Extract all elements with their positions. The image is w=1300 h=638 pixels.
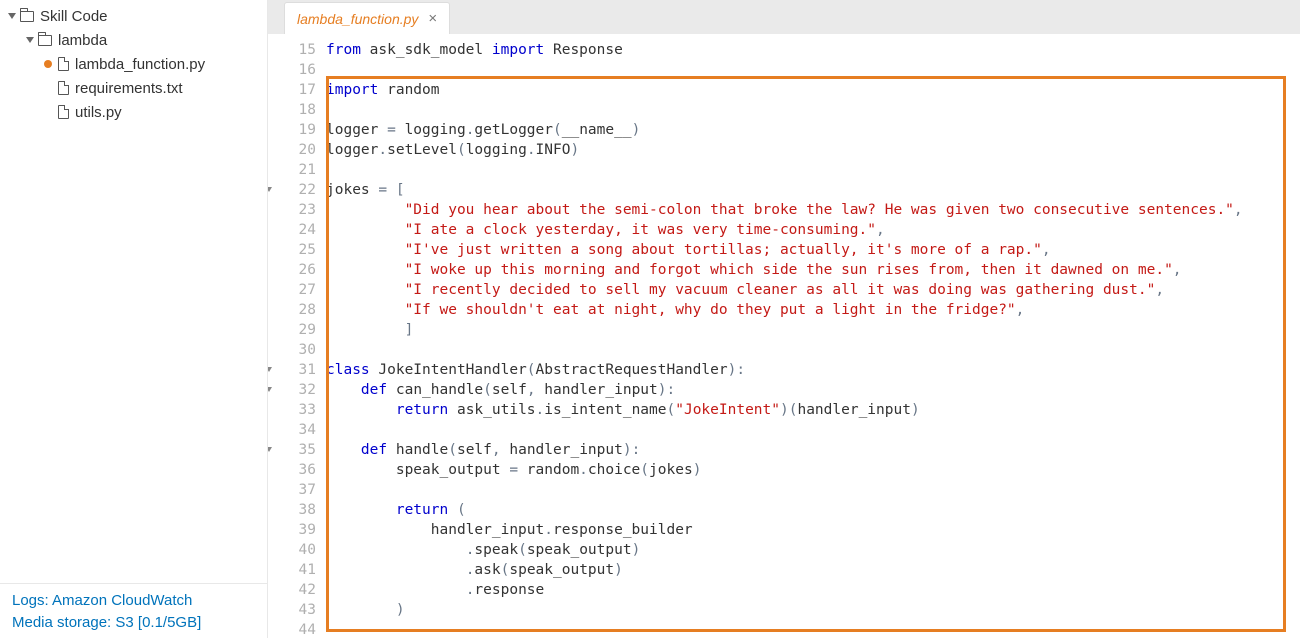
storage-link[interactable]: Media storage: S3 [0.1/5GB]: [12, 612, 255, 634]
code-line: return ask_utils.is_intent_name("JokeInt…: [326, 400, 1300, 420]
code-line: import random: [326, 80, 1300, 100]
line-number: 35: [268, 440, 316, 460]
code-line: [326, 620, 1300, 638]
folder-icon: [20, 11, 34, 22]
line-number: 32: [268, 380, 316, 400]
code-line: "I ate a clock yesterday, it was very ti…: [326, 220, 1300, 240]
fold-caret-icon[interactable]: [268, 447, 272, 452]
code-line: [326, 480, 1300, 500]
code-line: [326, 160, 1300, 180]
code-line: def can_handle(self, handler_input):: [326, 380, 1300, 400]
code-line: class JokeIntentHandler(AbstractRequestH…: [326, 360, 1300, 380]
line-number: 26: [268, 260, 316, 280]
tree-file[interactable]: lambda_function.py: [8, 52, 267, 76]
fold-caret-icon[interactable]: [268, 187, 272, 192]
tab-bar: lambda_function.py ×: [268, 0, 1300, 34]
line-number: 37: [268, 480, 316, 500]
line-number: 41: [268, 560, 316, 580]
line-number: 18: [268, 100, 316, 120]
main-editor-area: lambda_function.py × 1516171819202122232…: [268, 0, 1300, 638]
line-number: 31: [268, 360, 316, 380]
line-number: 15: [268, 40, 316, 60]
logs-link[interactable]: Logs: Amazon CloudWatch: [12, 590, 255, 612]
caret-down-icon: [26, 37, 34, 43]
code-line: "If we shouldn't eat at night, why do th…: [326, 300, 1300, 320]
line-number: 43: [268, 600, 316, 620]
caret-down-icon: [8, 13, 16, 19]
code-line: .ask(speak_output): [326, 560, 1300, 580]
file-tree: Skill Code lambda lambda_function.pyrequ…: [0, 0, 267, 583]
line-number: 34: [268, 420, 316, 440]
line-number: 19: [268, 120, 316, 140]
line-number: 36: [268, 460, 316, 480]
line-number: 16: [268, 60, 316, 80]
line-number: 25: [268, 240, 316, 260]
code-line: [326, 100, 1300, 120]
line-number: 40: [268, 540, 316, 560]
tree-label: utils.py: [75, 104, 122, 121]
code-line: ]: [326, 320, 1300, 340]
file-icon: [58, 105, 69, 119]
code-line: .response: [326, 580, 1300, 600]
code-line: "Did you hear about the semi-colon that …: [326, 200, 1300, 220]
code-line: jokes = [: [326, 180, 1300, 200]
file-icon: [58, 57, 69, 71]
code-content[interactable]: from ask_sdk_model import Response impor…: [326, 34, 1300, 638]
line-number: 39: [268, 520, 316, 540]
code-line: logger = logging.getLogger(__name__): [326, 120, 1300, 140]
tab-label: lambda_function.py: [297, 11, 418, 27]
code-line: "I recently decided to sell my vacuum cl…: [326, 280, 1300, 300]
code-line: return (: [326, 500, 1300, 520]
line-number: 17: [268, 80, 316, 100]
tree-file[interactable]: utils.py: [8, 100, 267, 124]
line-number: 20: [268, 140, 316, 160]
tree-root-folder[interactable]: Skill Code: [8, 4, 267, 28]
code-line: [326, 60, 1300, 80]
tree-label: Skill Code: [40, 8, 108, 25]
line-number: 44: [268, 620, 316, 638]
sidebar-footer: Logs: Amazon CloudWatch Media storage: S…: [0, 583, 267, 638]
code-line: [326, 420, 1300, 440]
line-number: 27: [268, 280, 316, 300]
code-line: logger.setLevel(logging.INFO): [326, 140, 1300, 160]
code-editor[interactable]: 1516171819202122232425262728293031323334…: [268, 34, 1300, 638]
code-line: ): [326, 600, 1300, 620]
tree-folder-lambda[interactable]: lambda: [8, 28, 267, 52]
file-icon: [58, 81, 69, 95]
folder-icon: [38, 35, 52, 46]
code-line: def handle(self, handler_input):: [326, 440, 1300, 460]
sidebar: Skill Code lambda lambda_function.pyrequ…: [0, 0, 268, 638]
modified-dot-icon: [44, 60, 52, 68]
code-line: .speak(speak_output): [326, 540, 1300, 560]
line-number: 28: [268, 300, 316, 320]
fold-caret-icon[interactable]: [268, 367, 272, 372]
line-number-gutter: 1516171819202122232425262728293031323334…: [268, 34, 326, 638]
code-line: "I've just written a song about tortilla…: [326, 240, 1300, 260]
line-number: 42: [268, 580, 316, 600]
tree-label: lambda: [58, 32, 107, 49]
tab-lambda-function[interactable]: lambda_function.py ×: [284, 2, 450, 34]
tree-label: requirements.txt: [75, 80, 183, 97]
tree-label: lambda_function.py: [75, 56, 205, 73]
line-number: 23: [268, 200, 316, 220]
code-line: handler_input.response_builder: [326, 520, 1300, 540]
close-icon[interactable]: ×: [428, 10, 437, 27]
line-number: 21: [268, 160, 316, 180]
line-number: 30: [268, 340, 316, 360]
line-number: 38: [268, 500, 316, 520]
code-line: from ask_sdk_model import Response: [326, 40, 1300, 60]
tree-file[interactable]: requirements.txt: [8, 76, 267, 100]
line-number: 24: [268, 220, 316, 240]
code-line: [326, 340, 1300, 360]
code-line: speak_output = random.choice(jokes): [326, 460, 1300, 480]
line-number: 29: [268, 320, 316, 340]
fold-caret-icon[interactable]: [268, 387, 272, 392]
code-line: "I woke up this morning and forgot which…: [326, 260, 1300, 280]
line-number: 22: [268, 180, 316, 200]
line-number: 33: [268, 400, 316, 420]
